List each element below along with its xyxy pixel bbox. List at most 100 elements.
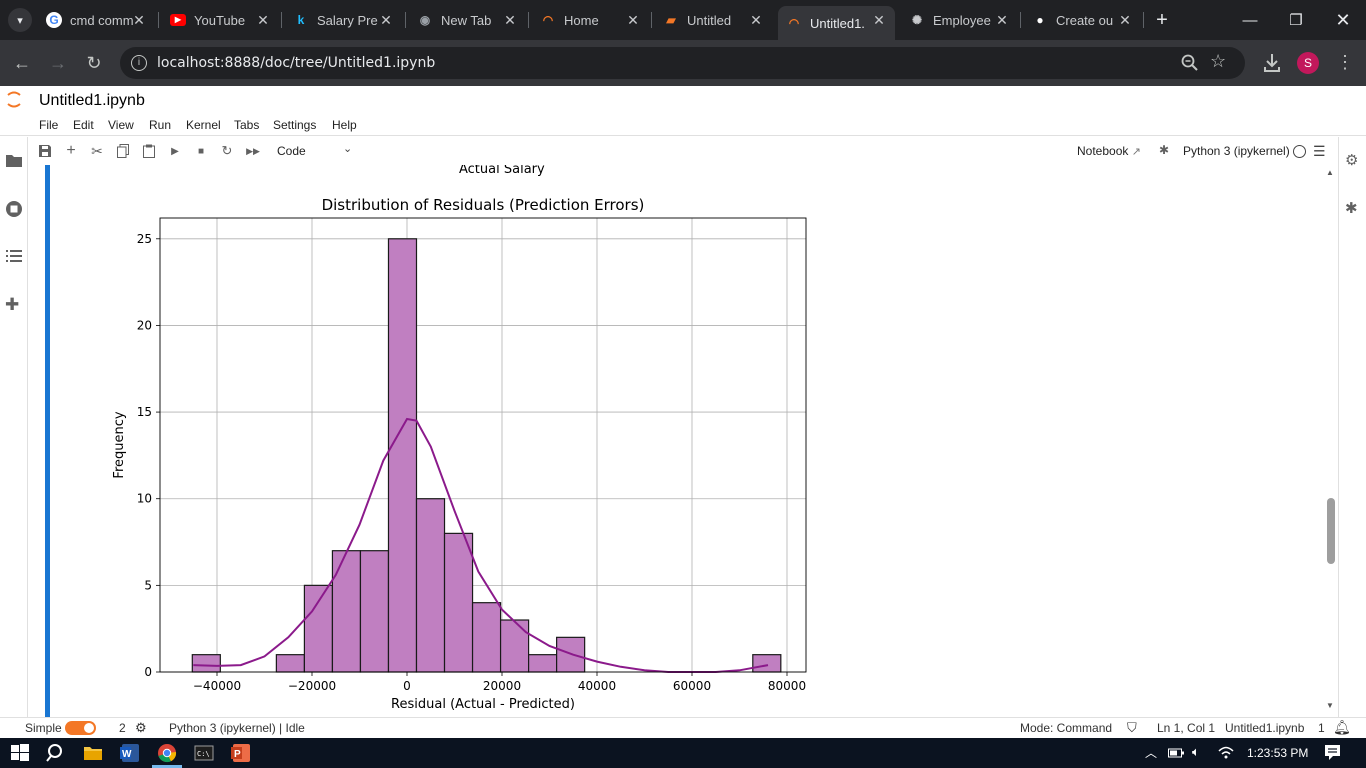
clock-time[interactable]: 1:23:53 PM [1247, 746, 1308, 760]
powerpoint-app-icon[interactable]: P [231, 743, 251, 763]
action-center-icon[interactable] [1324, 744, 1341, 761]
insert-cell-icon[interactable]: + [63, 142, 79, 159]
new-tab-button[interactable]: + [1150, 8, 1174, 32]
show-hidden-icons-chevron-icon[interactable]: ︿ [1145, 744, 1157, 761]
property-inspector-gears-icon[interactable]: ⚙ [1345, 151, 1358, 169]
running-kernels-icon[interactable] [5, 200, 23, 218]
interrupt-kernel-icon[interactable]: ■ [193, 143, 209, 159]
browser-tab[interactable]: ▰ Untitled ✕ [655, 6, 772, 34]
cell-type-select[interactable]: Code ⌄ [272, 142, 356, 160]
browser-tab[interactable]: ◠ Home ✕ [532, 6, 649, 34]
y-tick-label: 15 [137, 405, 152, 419]
volume-icon[interactable]: 🔈︎ [1192, 744, 1200, 760]
close-tab-icon[interactable]: ✕ [625, 12, 641, 28]
tab-separator [1143, 12, 1144, 28]
scrollbar-thumb[interactable] [1327, 498, 1335, 564]
forward-button[interactable]: → [46, 51, 70, 75]
notification-count[interactable]: 1 [1318, 721, 1325, 735]
notebook-title[interactable]: Untitled1.ipynb [39, 92, 145, 110]
browser-tab-bar: ▾ Gcmd comm ✕ ▶ YouTube ✕ k Salary Pre ✕ ◉ New Ta… [0, 0, 1366, 40]
browser-tab[interactable]: Gcmd comm ✕ [38, 6, 155, 34]
menu-run[interactable]: Run [149, 118, 171, 132]
battery-icon[interactable] [1168, 746, 1185, 758]
close-tab-icon[interactable]: ✕ [1117, 12, 1133, 28]
extensions-puzzle-icon[interactable]: ✚ [5, 295, 19, 315]
zoom-icon[interactable] [1180, 53, 1200, 73]
kernel-name[interactable]: Python 3 (ipykernel) [1183, 144, 1290, 158]
bookmark-star-icon[interactable]: ☆ [1210, 51, 1226, 72]
wifi-icon[interactable] [1218, 744, 1234, 760]
copy-icon[interactable] [115, 143, 131, 159]
kernel-status-text[interactable]: Python 3 (ipykernel) | Idle [169, 721, 305, 735]
jupyter-logo-icon[interactable] [6, 90, 22, 110]
restart-kernel-icon[interactable]: ↻ [219, 143, 235, 159]
debugger-bug-icon[interactable]: ✱ [1345, 199, 1358, 217]
run-cell-icon[interactable]: ▶ [167, 143, 183, 159]
cut-icon[interactable]: ✂ [89, 143, 105, 159]
file-explorer-icon[interactable] [83, 743, 103, 763]
profile-avatar[interactable]: S [1297, 52, 1319, 74]
active-cell-indicator[interactable] [45, 165, 50, 717]
histogram-bar [331, 550, 362, 673]
kernel-count[interactable]: 2 [119, 721, 126, 735]
tab-separator [528, 12, 529, 28]
menu-help[interactable]: Help [332, 118, 357, 132]
close-tab-icon[interactable]: ✕ [871, 12, 887, 28]
kernel-bug-icon[interactable]: ✱ [1159, 143, 1169, 157]
minimize-button[interactable]: — [1227, 0, 1273, 40]
hamburger-menu-icon[interactable]: ☰ [1313, 143, 1326, 160]
menu-view[interactable]: View [108, 118, 134, 132]
chrome-newtab-icon: ◉ [419, 13, 431, 27]
menu-kernel[interactable]: Kernel [186, 118, 221, 132]
windows-start-icon[interactable] [10, 743, 30, 763]
menu-edit[interactable]: Edit [73, 118, 94, 132]
menu-tabs[interactable]: Tabs [234, 118, 259, 132]
tab-search-button[interactable]: ▾ [8, 8, 32, 32]
browser-tab[interactable]: ▶ YouTube ✕ [162, 6, 279, 34]
menu-file[interactable]: File [39, 118, 58, 132]
restore-button[interactable]: ❐ [1273, 0, 1319, 40]
close-tab-icon[interactable]: ✕ [255, 12, 271, 28]
scroll-up-arrow-icon[interactable]: ▲ [1326, 168, 1334, 177]
browser-tab[interactable]: ● Create ou ✕ [1024, 6, 1141, 34]
kaggle-icon: k [297, 13, 305, 27]
back-button[interactable]: ← [10, 51, 34, 75]
screen: ▾ Gcmd comm ✕ ▶ YouTube ✕ k Salary Pre ✕ ◉ New Ta… [0, 0, 1366, 768]
paste-icon[interactable] [141, 143, 157, 159]
command-prompt-icon[interactable]: C:\ [194, 743, 214, 763]
cursor-position[interactable]: Ln 1, Col 1 [1157, 721, 1215, 735]
url-text[interactable]: localhost:8888/doc/tree/Untitled1.ipynb [157, 55, 435, 71]
browser-tab[interactable]: ✺ Employee ✕ [901, 6, 1018, 34]
table-of-contents-icon[interactable] [6, 249, 22, 263]
close-window-button[interactable]: ✕ [1320, 0, 1366, 40]
chrome-app-icon[interactable] [157, 743, 179, 763]
browser-menu-icon[interactable]: ⋮ [1336, 52, 1354, 72]
browser-tab[interactable]: ◠ Untitled1. ✕ [778, 6, 895, 40]
notification-bell-icon[interactable]: 🔔︎ [1333, 719, 1351, 736]
close-tab-icon[interactable]: ✕ [378, 12, 394, 28]
address-bar[interactable]: i localhost:8888/doc/tree/Untitled1.ipyn… [120, 47, 1245, 79]
folder-icon[interactable] [6, 153, 22, 167]
word-app-icon[interactable]: W [120, 743, 140, 763]
download-icon[interactable] [1262, 52, 1282, 74]
reload-button[interactable]: ↻ [82, 51, 106, 75]
notebook-scrollbar[interactable]: ▲ ▼ [1323, 165, 1338, 717]
menu-settings[interactable]: Settings [273, 118, 316, 132]
site-info-icon[interactable]: i [131, 55, 147, 71]
scroll-down-arrow-icon[interactable]: ▼ [1326, 701, 1334, 710]
close-tab-icon[interactable]: ✕ [502, 12, 518, 28]
save-icon[interactable] [37, 143, 53, 159]
taskbar-search-icon[interactable] [46, 743, 66, 763]
close-tab-icon[interactable]: ✕ [994, 12, 1010, 28]
notebook-view-link[interactable]: Notebook ↗ [1077, 144, 1141, 158]
close-tab-icon[interactable]: ✕ [131, 12, 147, 28]
simple-mode-toggle[interactable] [65, 721, 96, 735]
histogram-bar [387, 238, 418, 673]
browser-tab[interactable]: ◉ New Tab ✕ [409, 6, 526, 34]
windows-taskbar: W C:\ P ︿ 🔈︎ 1:23:53 PM [0, 738, 1366, 768]
browser-tab[interactable]: k Salary Pre ✕ [285, 6, 402, 34]
close-tab-icon[interactable]: ✕ [748, 12, 764, 28]
jupyter-header: Untitled1.ipynb File Edit View Run Kernel Tab… [0, 86, 1366, 136]
trusted-shield-icon[interactable]: ⛉ [1127, 720, 1137, 736]
run-all-icon[interactable]: ▶▶ [245, 143, 261, 159]
